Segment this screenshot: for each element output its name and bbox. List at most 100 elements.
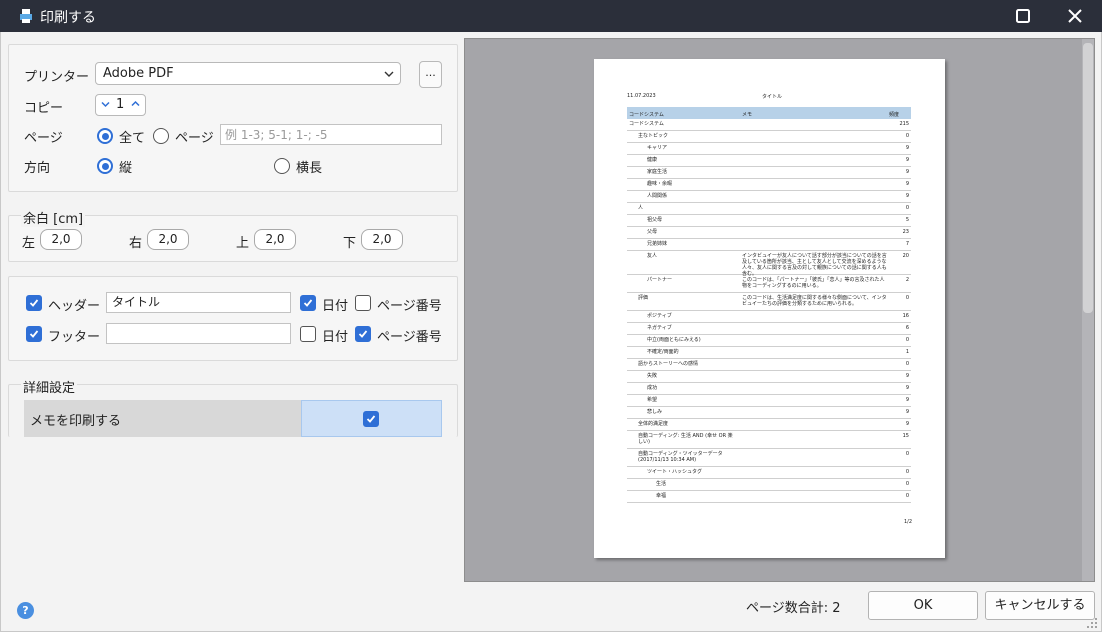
preview-cell-frequency: 9 <box>905 421 909 427</box>
pages-range-radio[interactable] <box>153 128 169 144</box>
header-text-input[interactable]: タイトル <box>106 292 291 313</box>
chevron-down-icon[interactable] <box>101 101 110 108</box>
preview-table-header: コードシステム メモ 頻度 <box>627 107 911 119</box>
preview-cell-code: 不確定/両面的 <box>647 349 679 355</box>
preview-cell-frequency: 9 <box>905 193 909 199</box>
printer-select[interactable]: Adobe PDF <box>95 62 401 85</box>
preview-table-row: 祖父母 5 <box>627 215 911 227</box>
page-range-input[interactable] <box>221 125 441 144</box>
margin-left-input[interactable]: 2,0 <box>40 229 82 250</box>
preview-cell-frequency: 0 <box>905 493 909 499</box>
preview-table-body: コードシステム 215 主なトピック 0 キャリア 9 健康 9 家庭生活 9 趣味・余暇 9 人間関係… <box>627 119 911 503</box>
preview-cell-code: 父母 <box>647 229 658 235</box>
footer-page-number-checkbox[interactable] <box>355 326 371 342</box>
preview-cell-code: 成功 <box>647 385 658 391</box>
preview-cell-code: 失敗 <box>647 373 658 379</box>
print-memo-value-cell[interactable] <box>301 400 442 437</box>
header-checkbox[interactable] <box>26 295 42 311</box>
printer-label: プリンター <box>24 70 90 85</box>
help-icon[interactable]: ? <box>17 602 34 619</box>
preview-table-row: 生活 0 <box>627 479 911 491</box>
preview-cell-frequency: 0 <box>905 469 909 475</box>
preview-cell-code: 幸福 <box>656 493 667 499</box>
margin-top-label: 上 <box>236 236 250 251</box>
preview-cell-memo: このコードは、生活満足度に関する様々な側面について、インタビュイーたちの評価を分… <box>742 295 887 307</box>
resize-grip-icon[interactable] <box>1086 617 1098 629</box>
pages-all-radio[interactable] <box>97 128 113 144</box>
preview-cell-frequency: 0 <box>905 133 909 139</box>
preview-cell-code: ツイート・ハッシュタグ <box>647 469 703 475</box>
preview-cell-frequency: 0 <box>905 481 909 487</box>
margin-top-input[interactable]: 2,0 <box>254 229 296 250</box>
preview-cell-code: 語からストーリーへの感情 <box>638 361 699 367</box>
preview-cell-frequency: 20 <box>902 253 909 259</box>
footer-text-input[interactable] <box>106 323 291 344</box>
ok-button[interactable]: OK <box>868 591 978 620</box>
preview-table-row: 家庭生活 9 <box>627 167 911 179</box>
printer-more-button[interactable]: ... <box>419 61 442 88</box>
preview-table-row: 成功 9 <box>627 383 911 395</box>
maximize-icon[interactable] <box>1014 7 1032 25</box>
header-label: ヘッダー <box>48 299 101 314</box>
preview-cell-frequency: 2 <box>905 277 909 283</box>
footer-checkbox[interactable] <box>26 326 42 342</box>
preview-table-row: パートナー このコードは、「パートナー」「彼氏」「恋人」等の言及された人物をコーデ… <box>627 275 911 293</box>
preview-cell-frequency: 6 <box>905 325 909 331</box>
preview-table-row: 健康 9 <box>627 155 911 167</box>
preview-cell-frequency: 215 <box>899 121 909 127</box>
preview-cell-frequency: 0 <box>905 361 909 367</box>
chevron-up-icon[interactable] <box>131 100 140 107</box>
preview-table-row: 友人 インタビュイーが友人について話す部分が該当についての話を言及している箇所が該… <box>627 251 911 277</box>
preview-scroll-thumb[interactable] <box>1083 43 1093 313</box>
preview-cell-code: 人 <box>638 205 644 211</box>
preview-table-row: 中立(両面ともにみえる) 0 <box>627 335 911 347</box>
preview-table-row: 趣味・余暇 9 <box>627 179 911 191</box>
preview-cell-frequency: 9 <box>905 409 909 415</box>
preview-table-row: キャリア 9 <box>627 143 911 155</box>
preview-page-footer: 1/2 <box>904 519 913 525</box>
checkmark-icon <box>29 330 39 338</box>
footer-page-number-label: ページ番号 <box>377 330 442 345</box>
preview-cell-frequency: 9 <box>905 373 909 379</box>
preview-title: タイトル <box>762 94 783 100</box>
preview-table-row: 全体的満足度 9 <box>627 419 911 431</box>
margin-bottom-input[interactable]: 2,0 <box>361 229 403 250</box>
preview-cell-memo: インタビュイーが友人について話す部分が該当についての話を言及している箇所が該当、… <box>742 253 887 277</box>
chevron-down-icon <box>384 71 394 77</box>
preview-table: コードシステム メモ 頻度 コードシステム 215 主なトピック 0 キャリア 9 健康 9 家… <box>627 107 911 503</box>
print-memo-label: メモを印刷する <box>30 414 122 429</box>
preview-cell-frequency: 0 <box>905 295 909 301</box>
preview-table-row: ポジティブ 16 <box>627 311 911 323</box>
close-icon[interactable] <box>1065 6 1085 26</box>
header-date-label: 日付 <box>322 299 349 314</box>
preview-cell-code: 兄弟姉妹 <box>647 241 668 247</box>
portrait-radio[interactable] <box>97 158 113 174</box>
preview-table-row: ネガティブ 6 <box>627 323 911 335</box>
preview-table-row: 失敗 9 <box>627 371 911 383</box>
margin-right-input[interactable]: 2,0 <box>147 229 189 250</box>
preview-cell-code: 家庭生活 <box>647 169 668 175</box>
margins-legend: 余白 [cm] <box>21 208 86 227</box>
preview-cell-frequency: 0 <box>905 205 909 211</box>
header-date-checkbox[interactable] <box>300 295 316 311</box>
preview-table-row: 主なトピック 0 <box>627 131 911 143</box>
cancel-button[interactable]: キャンセルする <box>985 591 1095 620</box>
preview-cell-code: 人間関係 <box>647 193 668 199</box>
checkmark-icon <box>358 330 368 338</box>
title-bar: 印刷する <box>0 0 1102 32</box>
print-memo-row[interactable]: メモを印刷する <box>24 400 442 437</box>
preview-table-row: 悲しみ 9 <box>627 407 911 419</box>
preview-table-row: 幸福 0 <box>627 491 911 503</box>
copies-stepper[interactable]: 1 <box>95 94 146 116</box>
printer-value: Adobe PDF <box>103 66 174 81</box>
preview-cell-frequency: 9 <box>905 385 909 391</box>
orientation-label: 方向 <box>24 161 51 176</box>
preview-cell-code: 中立(両面ともにみえる) <box>647 337 701 343</box>
preview-cell-code: 祖父母 <box>647 217 663 223</box>
preview-cell-memo: このコードは、「パートナー」「彼氏」「恋人」等の言及された人物をコーディングする… <box>742 277 885 289</box>
header-page-number-checkbox[interactable] <box>355 295 371 311</box>
landscape-radio[interactable] <box>274 158 290 174</box>
preview-cell-code: 自動コーディング・ツイッターデータ (2017/11/13 10:34 AM) <box>638 451 723 463</box>
print-memo-checkbox[interactable] <box>363 411 379 427</box>
footer-date-checkbox[interactable] <box>300 326 316 342</box>
